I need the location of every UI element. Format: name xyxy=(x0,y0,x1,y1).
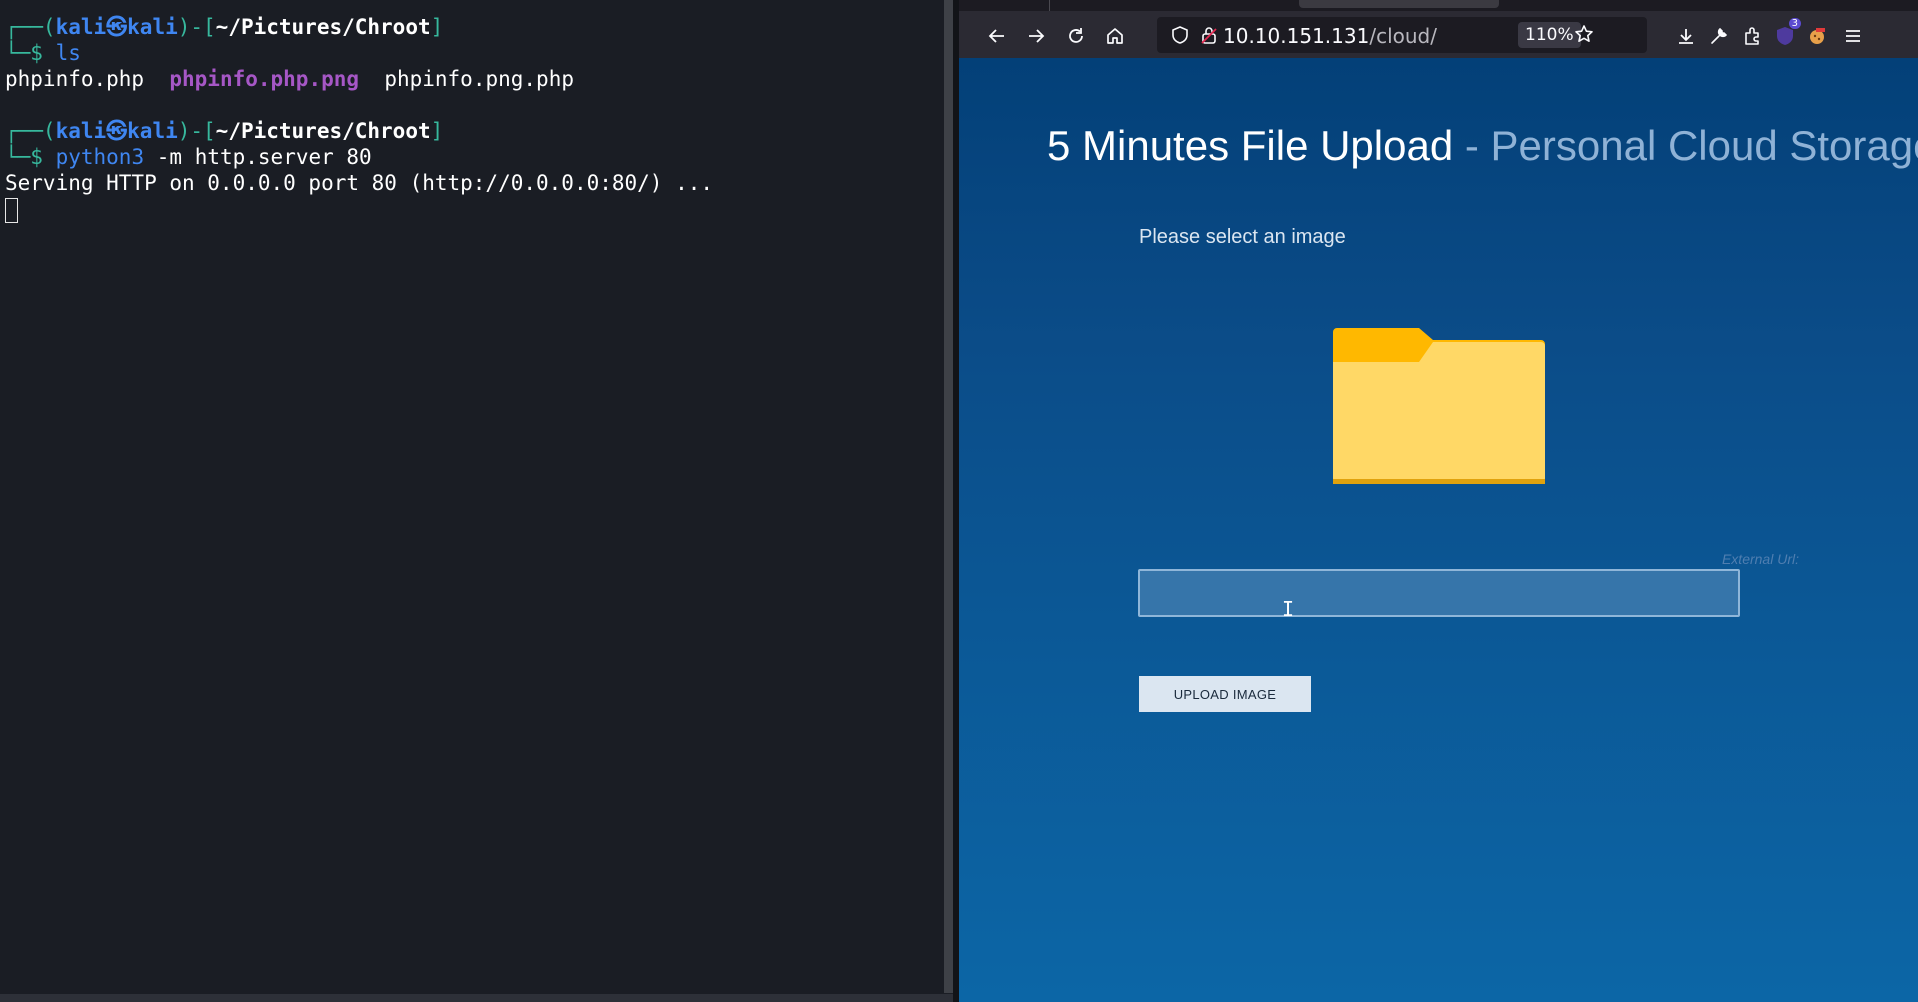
command-text: ls xyxy=(55,41,81,65)
server-output-text: Serving HTTP on 0.0.0.0 port 80 (http://… xyxy=(5,171,714,195)
prompt-marker: └─$ xyxy=(5,41,43,65)
terminal-scrollbar[interactable] xyxy=(944,0,953,993)
home-icon xyxy=(1107,28,1123,44)
page-title: 5 Minutes File Upload - Personal Cloud S… xyxy=(1047,122,1918,170)
title-main: 5 Minutes File Upload xyxy=(1047,122,1454,169)
back-icon xyxy=(988,29,1004,43)
kali-at-icon: ㉿ xyxy=(106,15,128,39)
prompt-frame: )-[ xyxy=(177,15,216,39)
terminal-cursor xyxy=(5,197,18,223)
active-tab[interactable] xyxy=(1299,0,1499,8)
web-page: 5 Minutes File Upload - Personal Cloud S… xyxy=(959,58,1918,1002)
url-host: 10.10.151.131 xyxy=(1223,24,1370,48)
ublock-button[interactable]: 3 xyxy=(1772,18,1801,49)
dev-tools-button[interactable] xyxy=(1706,23,1732,49)
browser-window: 10.10.151.131/cloud/ 110% 3 5 Minutes Fi… xyxy=(959,0,1918,1002)
url-text[interactable]: 10.10.151.131/cloud/ xyxy=(1223,24,1437,48)
prompt-host: kali xyxy=(127,15,178,39)
menu-icon xyxy=(1846,30,1860,42)
prompt-frame: ] xyxy=(430,119,444,143)
prompt-marker: └─$ xyxy=(5,145,43,169)
command-line: └─$ python3 -m http.server 80 xyxy=(5,144,713,170)
upload-image-button[interactable]: UPLOAD IMAGE xyxy=(1139,676,1311,712)
terminal-status-strip xyxy=(0,994,960,1002)
prompt-path: ~/Pictures/Chroot xyxy=(215,15,431,39)
prompt-line: ┌──(kali㉿kali)-[~/Pictures/Chroot] xyxy=(5,118,713,144)
forward-button[interactable] xyxy=(1023,23,1049,49)
prompt-host: kali xyxy=(127,119,178,143)
zoom-level[interactable]: 110% xyxy=(1518,22,1581,48)
i-beam-cursor: I xyxy=(1282,597,1295,621)
prompt-user: kali xyxy=(55,119,107,143)
reload-button[interactable] xyxy=(1063,23,1089,49)
downloads-button[interactable] xyxy=(1673,23,1699,49)
prompt-frame: ] xyxy=(430,15,444,39)
star-icon[interactable] xyxy=(1574,24,1594,44)
prompt-frame: )-[ xyxy=(177,119,216,143)
cursor-line xyxy=(5,196,713,223)
download-icon xyxy=(1679,29,1693,44)
command-args: -m http.server 80 xyxy=(156,145,372,169)
cookie-button[interactable] xyxy=(1804,23,1830,49)
external-url-label: External Url: xyxy=(1721,551,1799,567)
prompt-path: ~/Pictures/Chroot xyxy=(215,119,431,143)
address-bar[interactable]: 10.10.151.131/cloud/ 110% xyxy=(1157,17,1647,53)
terminal-pane[interactable]: ┌──(kali㉿kali)-[~/Pictures/Chroot] └─$ l… xyxy=(0,0,947,1002)
tab-strip xyxy=(959,0,1918,11)
folder-icon xyxy=(1333,328,1545,484)
kali-at-icon: ㉿ xyxy=(106,119,128,143)
select-image-label: Please select an image xyxy=(1139,226,1346,248)
prompt-user: kali xyxy=(55,15,107,39)
home-button[interactable] xyxy=(1102,23,1128,49)
title-subtitle: - Personal Cloud Storage xyxy=(1453,122,1918,169)
extensions-button[interactable] xyxy=(1739,23,1765,49)
ublock-icon xyxy=(1777,27,1793,45)
prompt-frame: ┌──( xyxy=(5,119,56,143)
prompt-frame: ┌──( xyxy=(5,15,56,39)
external-url-input[interactable] xyxy=(1138,569,1740,617)
lock-icon[interactable] xyxy=(1201,26,1217,44)
reload-icon xyxy=(1069,28,1083,43)
ls-output: phpinfo.php phpinfo.php.png phpinfo.png.… xyxy=(5,66,713,92)
forward-icon xyxy=(1029,29,1045,43)
command-text: python3 xyxy=(55,145,145,169)
wrench-icon xyxy=(1711,27,1728,44)
prompt-line: ┌──(kali㉿kali)-[~/Pictures/Chroot] xyxy=(5,14,713,40)
file-entry: phpinfo.php.png xyxy=(169,67,360,91)
nav-toolbar: 10.10.151.131/cloud/ 110% 3 xyxy=(959,11,1918,58)
back-button[interactable] xyxy=(984,23,1010,49)
extension-badge: 3 xyxy=(1788,18,1801,29)
command-line: └─$ ls xyxy=(5,40,713,66)
tab-separator xyxy=(1049,0,1050,11)
app-menu-button[interactable] xyxy=(1840,23,1866,49)
server-output: Serving HTTP on 0.0.0.0 port 80 (http://… xyxy=(5,170,713,196)
url-path: /cloud/ xyxy=(1369,24,1437,48)
cookie-icon xyxy=(1810,28,1825,44)
file-entry: phpinfo.php xyxy=(5,67,145,91)
extensions-icon xyxy=(1745,27,1759,45)
shield-icon[interactable] xyxy=(1171,26,1189,44)
file-entry: phpinfo.png.php xyxy=(384,67,574,91)
